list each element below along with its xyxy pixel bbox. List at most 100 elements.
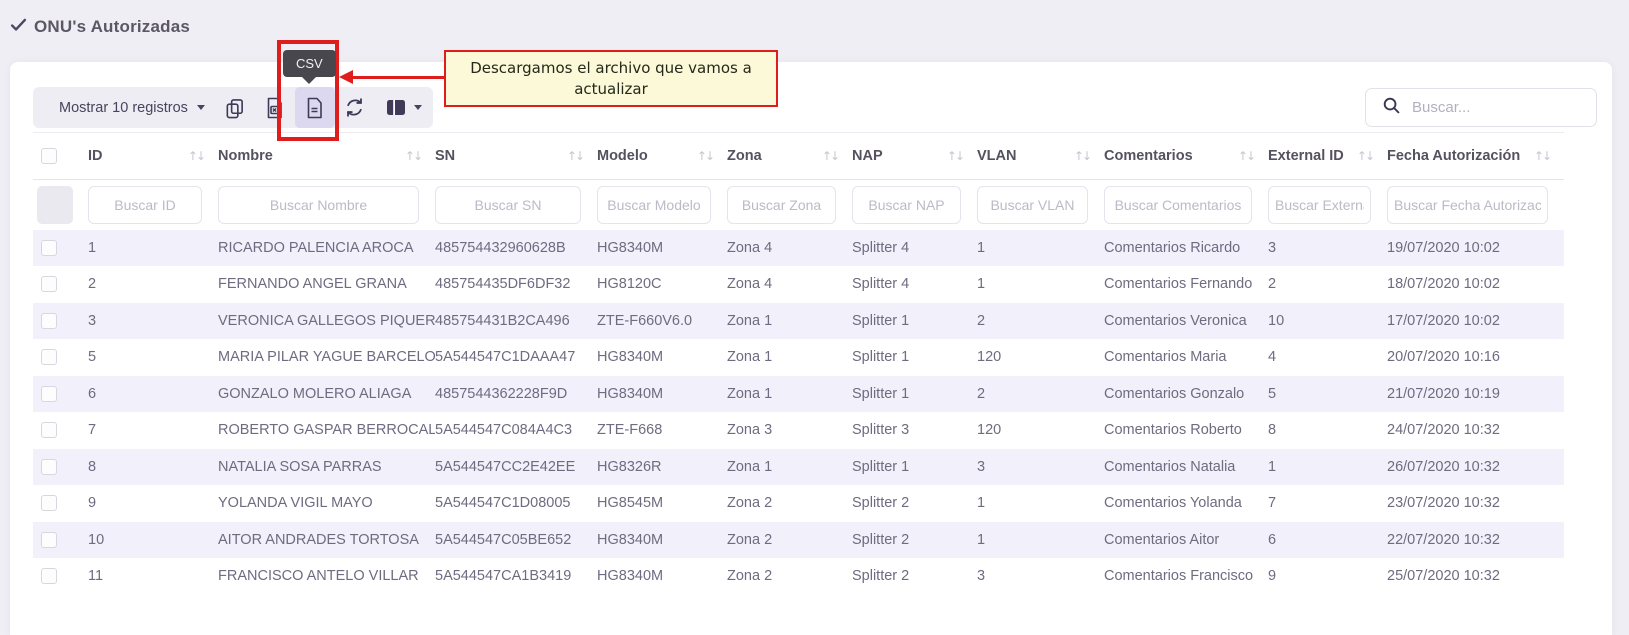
cell-zona: Zona 1 [727, 339, 852, 376]
table-row: 3VERONICA GALLEGOS PIQUER485754431B2CA49… [33, 303, 1564, 340]
copy-icon [224, 97, 245, 119]
cell-nap: Splitter 2 [852, 485, 977, 522]
filter-input-comentarios[interactable] [1104, 186, 1252, 224]
cell-modelo: HG8545M [597, 485, 727, 522]
sort-arrows-icon: ↑↓ [822, 149, 838, 163]
row-checkbox[interactable] [41, 240, 57, 256]
table-card: Mostrar 10 registros [10, 62, 1612, 635]
row-checkbox[interactable] [41, 532, 57, 548]
cell-nap: Splitter 2 [852, 558, 977, 595]
cell-external_id: 7 [1268, 485, 1387, 522]
column-header-modelo[interactable]: Modelo ↑↓ [597, 133, 727, 180]
filter-input-vlan[interactable] [977, 186, 1088, 224]
cell-external_id: 2 [1268, 266, 1387, 303]
filter-input-sn[interactable] [435, 186, 581, 224]
cell-nombre: VERONICA GALLEGOS PIQUER [218, 303, 435, 340]
table-row: 9YOLANDA VIGIL MAYO5A544547C1D08005HG854… [33, 485, 1564, 522]
search-icon [1383, 97, 1400, 119]
filter-input-fecha_autorizacion[interactable] [1387, 186, 1548, 224]
column-header-id[interactable]: ID ↑↓ [88, 133, 218, 180]
row-checkbox[interactable] [41, 422, 57, 438]
annotation-callout: Descargamos el archivo que vamos a actua… [444, 50, 778, 107]
table-row: 8NATALIA SOSA PARRAS5A544547CC2E42EEHG83… [33, 449, 1564, 486]
row-checkbox[interactable] [41, 459, 57, 475]
row-checkbox[interactable] [41, 386, 57, 402]
sort-arrows-icon: ↑↓ [567, 149, 583, 163]
select-all-checkbox[interactable] [41, 148, 57, 164]
cell-fecha_autorizacion: 25/07/2020 10:32 [1387, 558, 1564, 595]
filter-input-external_id[interactable] [1268, 186, 1371, 224]
search-input[interactable] [1412, 99, 1611, 116]
cell-external_id: 10 [1268, 303, 1387, 340]
copy-button[interactable] [215, 87, 255, 128]
cell-modelo: ZTE-F660V6.0 [597, 303, 727, 340]
row-checkbox[interactable] [41, 495, 57, 511]
chevron-down-icon [414, 105, 422, 110]
length-menu-dropdown[interactable]: Mostrar 10 registros [59, 100, 205, 116]
column-label: External ID [1268, 148, 1344, 164]
filter-input-zona[interactable] [727, 186, 836, 224]
row-checkbox[interactable] [41, 276, 57, 292]
column-label: NAP [852, 148, 883, 164]
cell-sn: 5A544547CA1B3419 [435, 558, 597, 595]
cell-id: 11 [88, 558, 218, 595]
cell-sn: 5A544547C05BE652 [435, 522, 597, 559]
cell-nombre: ROBERTO GASPAR BERROCAL [218, 412, 435, 449]
cell-external_id: 5 [1268, 376, 1387, 413]
column-label: VLAN [977, 148, 1016, 164]
row-checkbox[interactable] [41, 313, 57, 329]
column-visibility-button[interactable] [375, 87, 433, 128]
cell-zona: Zona 1 [727, 376, 852, 413]
cell-nap: Splitter 1 [852, 449, 977, 486]
table-row: 10AITOR ANDRADES TORTOSA5A544547C05BE652… [33, 522, 1564, 559]
filter-input-nap[interactable] [852, 186, 961, 224]
column-header-nap[interactable]: NAP↑↓ [852, 133, 977, 180]
annotation-arrow-line [352, 76, 444, 79]
cell-comentarios: Comentarios Aitor [1104, 522, 1268, 559]
column-header-fecha_autorizacion[interactable]: Fecha Autorización↑↓ [1387, 133, 1564, 180]
onu-table: ID↑↓Nombre↑↓SN↑↓Modelo↑↓Zona↑↓NAP↑↓VLAN↑… [33, 132, 1564, 595]
cell-sn: 485754432960628B [435, 230, 597, 267]
cell-comentarios: Comentarios Yolanda [1104, 485, 1268, 522]
cell-nap: Splitter 4 [852, 266, 977, 303]
cell-fecha_autorizacion: 17/07/2020 10:02 [1387, 303, 1564, 340]
cell-sn: 5A544547C1D08005 [435, 485, 597, 522]
row-checkbox[interactable] [41, 349, 57, 365]
cell-comentarios: Comentarios Veronica [1104, 303, 1268, 340]
cell-sn: 5A544547C1DAAA47 [435, 339, 597, 376]
column-label: ID [88, 148, 103, 164]
column-header-sn[interactable]: SN ↑↓ [435, 133, 597, 180]
sort-arrows-icon: ↑↓ [1534, 149, 1550, 163]
sort-arrows-icon: ↑↓ [697, 149, 713, 163]
filter-input-nombre[interactable] [218, 186, 419, 224]
filter-input-modelo[interactable] [597, 186, 711, 224]
table-row: 1RICARDO PALENCIA AROCA485754432960628BH… [33, 230, 1564, 267]
column-header-zona[interactable]: Zona↑↓ [727, 133, 852, 180]
cell-fecha_autorizacion: 22/07/2020 10:32 [1387, 522, 1564, 559]
cell-fecha_autorizacion: 21/07/2020 10:19 [1387, 376, 1564, 413]
sort-arrows-icon: ↑↓ [188, 149, 204, 163]
column-label: Modelo [597, 148, 648, 164]
column-header-external_id[interactable]: External ID ↑↓ [1268, 133, 1387, 180]
row-checkbox[interactable] [41, 568, 57, 584]
page-title-text: ONU's Autorizadas [34, 17, 190, 37]
cell-modelo: HG8340M [597, 558, 727, 595]
sort-arrows-icon: ↑↓ [1357, 149, 1373, 163]
cell-vlan: 1 [977, 485, 1104, 522]
cell-vlan: 120 [977, 339, 1104, 376]
cell-id: 5 [88, 339, 218, 376]
column-label: SN [435, 148, 455, 164]
cell-comentarios: Comentarios Gonzalo [1104, 376, 1268, 413]
cell-nombre: GONZALO MOLERO ALIAGA [218, 376, 435, 413]
refresh-button[interactable] [335, 87, 375, 128]
table-row: 5MARIA PILAR YAGUE BARCELO5A544547C1DAAA… [33, 339, 1564, 376]
filter-input-id[interactable] [88, 186, 202, 224]
column-header-comentarios[interactable]: Comentarios↑↓ [1104, 133, 1268, 180]
length-menu-label: Mostrar 10 registros [59, 100, 188, 116]
cell-vlan: 2 [977, 303, 1104, 340]
sort-arrows-icon: ↑↓ [1074, 149, 1090, 163]
cell-zona: Zona 2 [727, 485, 852, 522]
cell-id: 7 [88, 412, 218, 449]
cell-nombre: NATALIA SOSA PARRAS [218, 449, 435, 486]
column-header-vlan[interactable]: VLAN ↑↓ [977, 133, 1104, 180]
